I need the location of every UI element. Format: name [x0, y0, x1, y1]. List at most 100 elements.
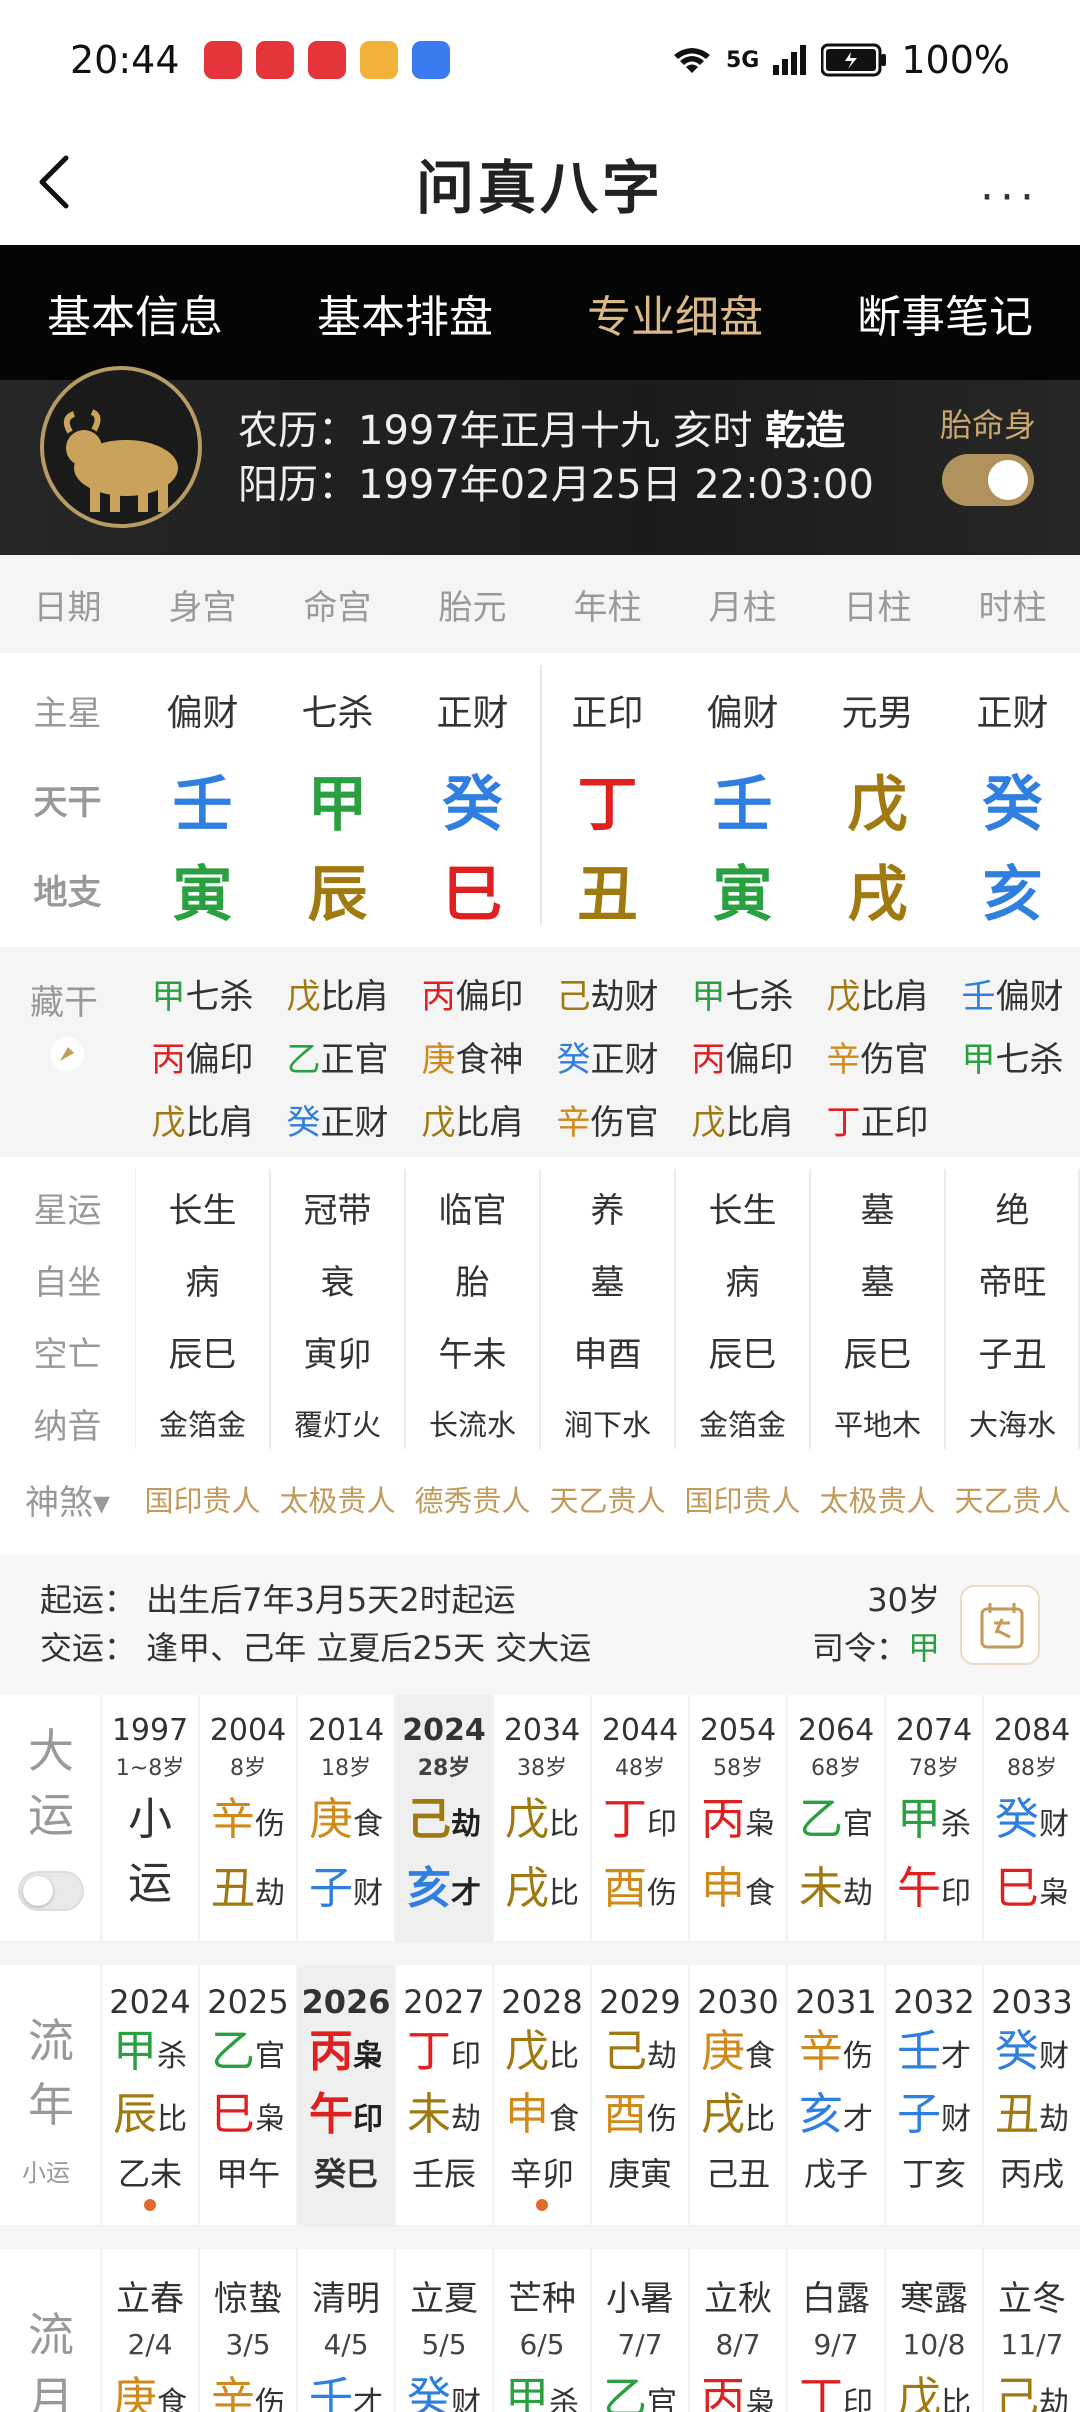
shensha-value[interactable]: 天乙贵人 [540, 1478, 675, 1520]
dayun-column[interactable]: 1997 1~8岁 小 运 [100, 1695, 198, 1943]
main-star: 偏财 [706, 693, 779, 734]
star-luck-section: 星运 长生 冠带 临官 养 长生 墓 绝 自坐 病 衰 胎 墓 病 墓 帝旺 空… [0, 1157, 1080, 1547]
liunian-column[interactable]: 2024 甲杀 辰比 乙未 [100, 1965, 198, 2227]
heavenly-stem[interactable]: 癸 [405, 756, 540, 843]
dayun-toggle[interactable] [18, 1871, 84, 1911]
hidden-stem: 甲七杀 [151, 977, 254, 1017]
row-label: 地支 [33, 872, 102, 913]
liuyue-column[interactable]: 惊蛰 3/5 辛伤 [198, 2249, 296, 2412]
hidden-stem: 辛伤官 [556, 1103, 659, 1143]
liunian-column-selected[interactable]: 2026 丙枭 午印 癸巳 [296, 1965, 394, 2227]
signal-icon [773, 45, 807, 75]
liunian-column[interactable]: 2029 己劫 酉伤 庚寅 [590, 1965, 688, 2227]
earthly-branch[interactable]: 巳 [405, 846, 540, 933]
tab-basic-info[interactable]: 基本信息 [41, 281, 229, 345]
heavenly-stem[interactable]: 甲 [270, 756, 405, 843]
pin-icon[interactable] [50, 1037, 84, 1071]
app-notification-icon [307, 41, 346, 79]
main-star: 正财 [976, 693, 1049, 734]
heavenly-stem[interactable]: 癸 [945, 756, 1080, 843]
liunian-column[interactable]: 2027 丁印 未劫 壬辰 [394, 1965, 492, 2227]
dayun-column[interactable]: 2044 48岁 丁印 酉伤 [590, 1695, 688, 1943]
heavenly-stem[interactable]: 丁 [540, 756, 675, 843]
hidden-stem: 乙正官 [286, 1040, 389, 1080]
liunian-column[interactable]: 2030 庚食 戌比 己丑 [688, 1965, 786, 2227]
tab-professional-chart[interactable]: 专业细盘 [581, 281, 769, 345]
column-header: 月柱 [708, 587, 777, 628]
gender-label: 乾造 [765, 408, 846, 454]
shensha-value[interactable]: 太极贵人 [810, 1478, 945, 1520]
shensha-value[interactable]: 国印贵人 [675, 1478, 810, 1520]
dayun-column[interactable]: 2004 8岁 辛伤 丑劫 [198, 1695, 296, 1943]
today-calendar-button[interactable] [960, 1585, 1040, 1665]
tab-notes[interactable]: 断事笔记 [851, 281, 1039, 345]
earthly-branch[interactable]: 辰 [270, 846, 405, 933]
dayun-column[interactable]: 2054 58岁 丙枭 申食 [688, 1695, 786, 1943]
liuyue-column[interactable]: 小暑 7/7 乙官 [590, 2249, 688, 2412]
liuyue-column[interactable]: 立春 2/4 庚食 [100, 2249, 198, 2412]
row-label: 自坐 [33, 1262, 102, 1303]
xiaoyun-label: 小运 [22, 2159, 70, 2187]
row-label: 空亡 [33, 1334, 102, 1375]
dayun-column[interactable]: 2034 38岁 戊比 戌比 [492, 1695, 590, 1943]
bazi-chart: 日期 身宫 命宫 胎元 年柱 月柱 日柱 时柱 主星 偏财 七杀 正财 正印 偏… [0, 555, 1080, 935]
liuyue-column[interactable]: 寒露 10/8 戊比 [884, 2249, 982, 2412]
shensha-dropdown[interactable]: 神煞▾ [0, 1475, 135, 1524]
liuyue-column[interactable]: 立秋 8/7 丙枭 [688, 2249, 786, 2412]
heavenly-stem[interactable]: 戊 [810, 756, 945, 843]
more-menu-button[interactable]: ··· [980, 172, 1040, 223]
status-time: 20:44 [70, 38, 180, 82]
hidden-stem: 丙偏印 [421, 977, 524, 1017]
liunian-column[interactable]: 2028 戊比 申食 辛卯 [492, 1965, 590, 2227]
dayun-column-selected[interactable]: 2024 28岁 己劫 亥才 [394, 1695, 492, 1943]
column-header: 胎元 [438, 587, 507, 628]
liunian-column[interactable]: 2032 壬才 子财 丁亥 [884, 1965, 982, 2227]
shensha-value[interactable]: 天乙贵人 [945, 1478, 1080, 1520]
app-notification-icon [411, 41, 450, 79]
tai-ming-shen-toggle[interactable] [942, 454, 1034, 506]
lunar-date: 农历：1997年正月十九 亥时 乾造 [238, 408, 846, 454]
liuyue-label: 流 [28, 2308, 74, 2362]
dayun-column[interactable]: 2064 68岁 乙官 未劫 [786, 1695, 884, 1943]
heavenly-stem[interactable]: 壬 [675, 756, 810, 843]
earthly-branch[interactable]: 戌 [810, 846, 945, 933]
earthly-branch[interactable]: 寅 [135, 846, 270, 933]
shensha-value[interactable]: 德秀贵人 [405, 1478, 540, 1520]
liuyue-column[interactable]: 清明 4/5 壬才 [296, 2249, 394, 2412]
liunian-column[interactable]: 2033 癸财 丑劫 丙戌 [982, 1965, 1080, 2227]
shensha-value[interactable]: 太极贵人 [270, 1478, 405, 1520]
liunian-column[interactable]: 2025 乙官 巳枭 甲午 [198, 1965, 296, 2227]
dayun-column[interactable]: 2074 78岁 甲杀 午印 [884, 1695, 982, 1943]
birth-info-banner: 农历：1997年正月十九 亥时 乾造 阳历：1997年02月25日 22:03:… [0, 366, 1080, 555]
tab-basic-chart[interactable]: 基本排盘 [311, 281, 499, 345]
earthly-branch[interactable]: 寅 [675, 846, 810, 933]
earthly-branch[interactable]: 亥 [945, 846, 1080, 933]
qiyun-start: 起运： 出生后7年3月5天2时起运 [40, 1581, 516, 1619]
liunian-column[interactable]: 2031 辛伤 亥才 戊子 [786, 1965, 884, 2227]
main-star: 偏财 [166, 693, 239, 734]
app-notification-icon [203, 41, 242, 79]
liuyue-column[interactable]: 白露 9/7 丁印 [786, 2249, 884, 2412]
liunian-label: 年 [28, 2078, 74, 2132]
liuyue-section: 流 月 立春 2/4 庚食 惊蛰 3/5 辛伤 清明 4/5 壬才 立夏 5/5 癸财 芒种 6/… [0, 2249, 1080, 2412]
hidden-stems-section: 藏干 甲七杀 戊比肩 丙偏印 己劫财 甲七杀 戊比肩 壬偏财 丙偏印 乙正官 庚… [0, 947, 1080, 1157]
liuyue-column[interactable]: 立夏 5/5 癸财 [394, 2249, 492, 2412]
liuyue-column[interactable]: 芒种 6/5 甲杀 [492, 2249, 590, 2412]
back-icon[interactable] [30, 152, 80, 212]
network-type: 5G [725, 47, 760, 73]
column-header: 日期 [33, 587, 102, 628]
wifi-icon [673, 48, 710, 73]
dayun-column[interactable]: 2014 18岁 庚食 子财 [296, 1695, 394, 1943]
main-star: 元男 [841, 693, 914, 734]
hidden-stem: 癸正财 [556, 1040, 659, 1080]
earthly-branch[interactable]: 丑 [540, 846, 675, 933]
liuyue-column[interactable]: 立冬 11/7 己劫 [982, 2249, 1080, 2412]
zodiac-ox-icon [40, 366, 202, 528]
shensha-value[interactable]: 国印贵人 [135, 1478, 270, 1520]
heavenly-stem[interactable]: 壬 [135, 756, 270, 843]
dayun-column[interactable]: 2084 88岁 癸财 巳枭 [982, 1695, 1080, 1943]
hidden-stem: 庚食神 [421, 1040, 524, 1080]
column-header: 时柱 [978, 587, 1047, 628]
hidden-stem: 甲七杀 [961, 1040, 1064, 1080]
column-header: 命宫 [303, 587, 372, 628]
